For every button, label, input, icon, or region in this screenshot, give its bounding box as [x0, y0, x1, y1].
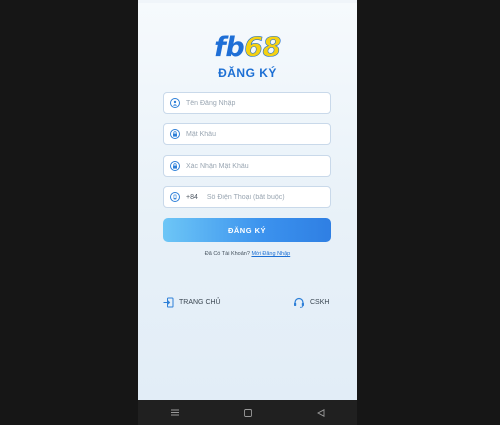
- status-bar: [138, 0, 357, 3]
- phone-prefix: +84: [186, 193, 198, 201]
- menu-icon[interactable]: [170, 408, 180, 418]
- login-prompt: Đã Có Tài Khoản? Mời Đăng Nhập: [138, 251, 357, 257]
- phone-input[interactable]: [206, 193, 330, 201]
- phone-screen: fb68 ĐĂNG KÝ +84: [138, 0, 357, 425]
- lock-icon: [170, 161, 180, 171]
- register-screen: fb68 ĐĂNG KÝ +84: [138, 0, 357, 400]
- confirm-password-field[interactable]: [163, 155, 331, 177]
- fb68-logo: fb68: [138, 32, 357, 63]
- back-triangle-icon[interactable]: [316, 408, 326, 418]
- phone-icon: [170, 192, 180, 202]
- phone-field[interactable]: +84: [163, 186, 331, 208]
- username-input[interactable]: [186, 99, 316, 107]
- home-button[interactable]: TRANG CHỦ: [163, 297, 221, 308]
- register-button[interactable]: ĐĂNG KÝ: [163, 218, 331, 242]
- home-exit-icon: [163, 297, 174, 308]
- password-field[interactable]: [163, 123, 331, 145]
- support-button[interactable]: CSKH: [293, 297, 329, 308]
- password-input[interactable]: [186, 130, 316, 138]
- username-field[interactable]: [163, 92, 331, 114]
- page-title: ĐĂNG KÝ: [218, 66, 277, 80]
- headset-icon: [294, 297, 304, 308]
- logo-number-text: 68: [244, 32, 282, 63]
- have-account-text: Đã Có Tài Khoản?: [204, 251, 250, 257]
- login-link[interactable]: Mời Đăng Nhập: [251, 251, 290, 257]
- confirm-password-input[interactable]: [186, 162, 316, 170]
- user-icon: [170, 98, 180, 108]
- android-nav-bar: [138, 400, 357, 425]
- support-label: CSKH: [310, 299, 330, 306]
- lock-icon: [170, 129, 180, 139]
- home-label: TRANG CHỦ: [179, 299, 221, 306]
- square-icon[interactable]: [243, 408, 253, 418]
- logo-fb-text: fb: [214, 32, 245, 63]
